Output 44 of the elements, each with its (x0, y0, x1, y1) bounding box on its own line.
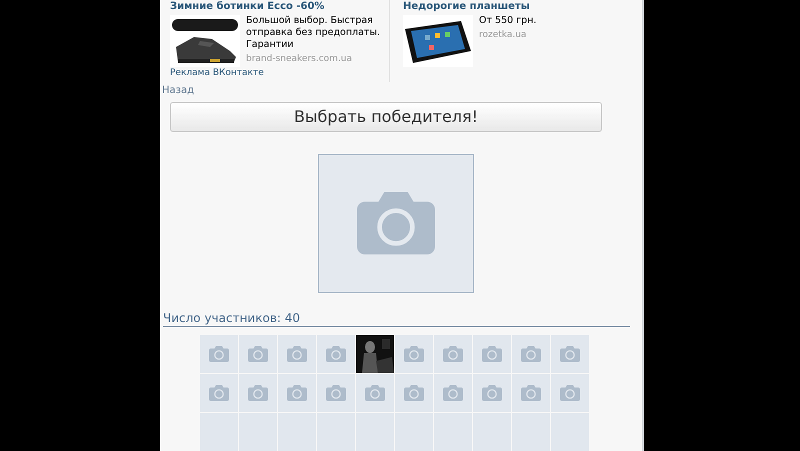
participant-placeholder[interactable] (512, 335, 550, 374)
camera-icon (482, 385, 502, 402)
camera-icon (287, 346, 307, 362)
camera-icon (443, 385, 463, 402)
participant-placeholder[interactable] (239, 374, 277, 412)
camera-icon (521, 385, 541, 402)
camera-icon (560, 346, 580, 362)
participant-placeholder[interactable] (239, 335, 277, 374)
camera-icon (443, 346, 463, 362)
camera-icon (404, 346, 424, 362)
participant-placeholder[interactable] (473, 374, 511, 412)
camera-icon (248, 346, 268, 362)
ad-title[interactable]: Зимние ботинки Ecco -60% (170, 1, 389, 12)
ad-text: Большой выбор. Быстрая отправка без предоплаты. Гарантии (246, 15, 381, 51)
camera-icon (560, 385, 580, 402)
camera-icon (326, 385, 346, 402)
camera-icon (357, 192, 435, 255)
camera-icon (209, 385, 229, 402)
camera-icon (326, 346, 346, 362)
ad-title[interactable]: Недорогие планшеты (403, 1, 622, 12)
participants-heading: Число участников: 40 (163, 311, 630, 328)
pick-winner-button[interactable]: Выбрать победителя! (170, 102, 602, 132)
back-link[interactable]: Назад (162, 84, 194, 96)
camera-icon (287, 385, 307, 402)
participant-placeholder[interactable] (200, 374, 238, 412)
participant-placeholder[interactable] (200, 335, 238, 374)
ad-domain: rozetka.ua (479, 30, 528, 40)
camera-icon (248, 385, 268, 402)
ads-footer-link[interactable]: Реклама ВКонтакте (170, 68, 389, 82)
participant-placeholder[interactable] (278, 335, 316, 374)
camera-icon (404, 385, 424, 402)
participant-placeholder[interactable] (551, 335, 589, 374)
ad-domain: brand-sneakers.com.ua (246, 54, 354, 64)
participant-placeholder[interactable] (512, 374, 550, 412)
ad-text: От 550 грн. (479, 15, 536, 27)
camera-icon (521, 346, 541, 362)
participant-placeholder[interactable] (278, 374, 316, 412)
participant-placeholder[interactable] (551, 374, 589, 412)
camera-icon (365, 385, 385, 402)
participant-placeholder[interactable] (434, 335, 472, 374)
camera-icon (482, 346, 502, 362)
participant-placeholder[interactable] (434, 374, 472, 412)
camera-icon (209, 346, 229, 362)
participant-placeholder[interactable] (473, 335, 511, 374)
